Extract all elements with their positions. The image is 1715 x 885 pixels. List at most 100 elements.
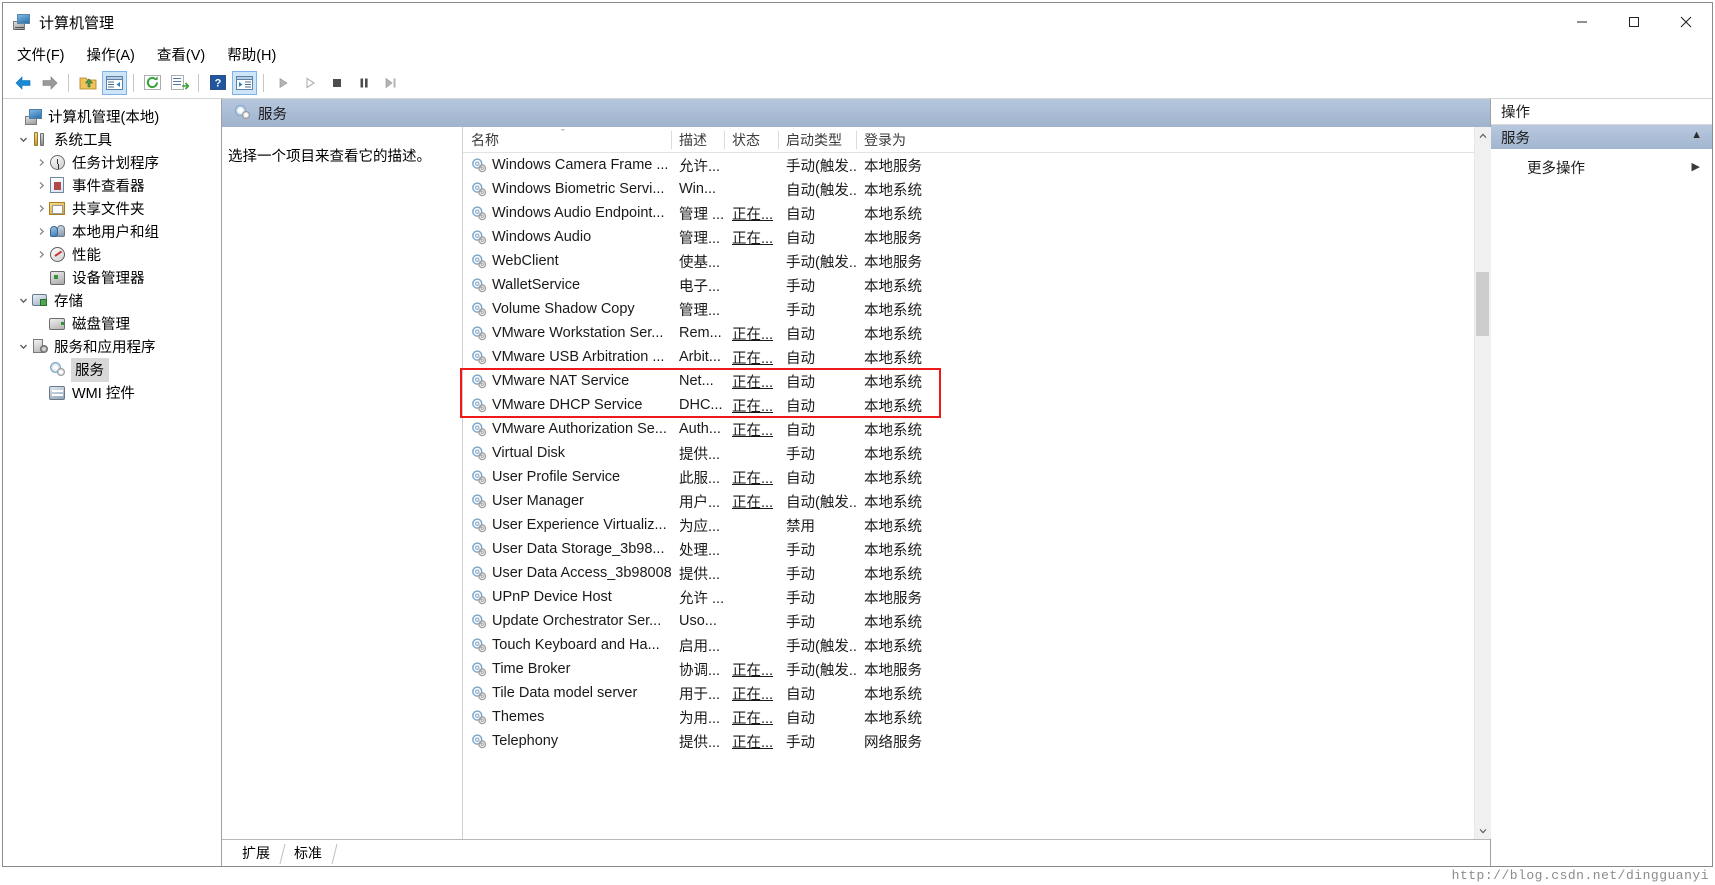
tree-node-disk-management[interactable]: 磁盘管理: [3, 312, 221, 335]
minimize-button[interactable]: [1556, 3, 1608, 41]
scrollbar-thumb[interactable]: [1476, 272, 1489, 336]
column-header-log-on-as[interactable]: 登录为: [856, 127, 946, 153]
table-row[interactable]: VMware NAT ServiceNet...正在...自动本地系统: [463, 369, 1474, 393]
column-header-startup-type[interactable]: 启动类型: [778, 127, 856, 153]
table-row[interactable]: User Manager用户...正在...自动(触发...本地系统: [463, 489, 1474, 513]
table-row[interactable]: VMware USB Arbitration ...Arbit...正在...自…: [463, 345, 1474, 369]
chevron-right-icon[interactable]: [33, 201, 49, 217]
restart-icon[interactable]: [378, 71, 403, 95]
tree-node-system-tools[interactable]: 系统工具: [3, 128, 221, 151]
tree-node-services[interactable]: 服务: [3, 358, 221, 381]
cell-status: 正在...: [724, 201, 778, 225]
menu-action[interactable]: 操作(A): [87, 44, 135, 65]
cell-description: DHC...: [671, 393, 724, 417]
cell-log-on-as: 本地系统: [856, 609, 946, 633]
table-row[interactable]: Windows Audio Endpoint...管理 ...正在...自动本地…: [463, 201, 1474, 225]
table-row[interactable]: VMware Workstation Ser...Rem...正在...自动本地…: [463, 321, 1474, 345]
tree-node-wmi-control[interactable]: WMI 控件: [3, 381, 221, 404]
cell-status: [724, 513, 778, 537]
table-row[interactable]: UPnP Device Host允许 ...手动本地服务: [463, 585, 1474, 609]
table-row[interactable]: Touch Keyboard and Ha...启用...手动(触发...本地系…: [463, 633, 1474, 657]
wmi-control-icon: [49, 384, 67, 401]
column-header-status[interactable]: 状态: [724, 127, 778, 153]
cell-description: 管理...: [671, 225, 724, 249]
table-row[interactable]: Windows Audio管理...正在...自动本地服务: [463, 225, 1474, 249]
cell-description: 为用...: [671, 705, 724, 729]
tab-standard[interactable]: 标准: [282, 842, 334, 866]
tree-node-event-viewer[interactable]: 事件查看器: [3, 174, 221, 197]
table-row[interactable]: User Profile Service此服...正在...自动本地系统: [463, 465, 1474, 489]
menu-help[interactable]: 帮助(H): [227, 44, 276, 65]
chevron-right-icon[interactable]: [33, 155, 49, 171]
cell-status: 正在...: [724, 225, 778, 249]
play-icon[interactable]: [270, 71, 295, 95]
stop-icon[interactable]: [324, 71, 349, 95]
console-tree-pane[interactable]: 计算机管理(本地) 系统工具 任务计划程序: [3, 99, 222, 866]
chevron-right-icon[interactable]: [33, 178, 49, 194]
maximize-button[interactable]: [1608, 3, 1660, 41]
table-row[interactable]: Themes为用...正在...自动本地系统: [463, 705, 1474, 729]
tree-node-local-users-and-groups[interactable]: 本地用户和组: [3, 220, 221, 243]
service-description-pane: 选择一个项目来查看它的描述。: [222, 127, 462, 839]
tree-node-performance[interactable]: 性能: [3, 243, 221, 266]
tree-node-device-manager[interactable]: 设备管理器: [3, 266, 221, 289]
chevron-down-icon[interactable]: [15, 293, 31, 309]
table-row[interactable]: Time Broker协调...正在...手动(触发...本地服务: [463, 657, 1474, 681]
tree-node-computer-management[interactable]: 计算机管理(本地): [3, 105, 221, 128]
table-row[interactable]: Telephony提供...正在...手动网络服务: [463, 729, 1474, 753]
chevron-right-icon[interactable]: [33, 247, 49, 263]
forward-button[interactable]: [37, 71, 62, 95]
tree-node-storage[interactable]: 存储: [3, 289, 221, 312]
table-row[interactable]: User Data Access_3b98008提供...手动本地系统: [463, 561, 1474, 585]
table-row[interactable]: Virtual Disk提供...手动本地系统: [463, 441, 1474, 465]
action-more-actions[interactable]: 更多操作 ▶: [1491, 153, 1712, 181]
pause-icon[interactable]: [351, 71, 376, 95]
scroll-down-arrow-icon[interactable]: [1475, 822, 1491, 839]
table-row[interactable]: Update Orchestrator Ser...Uso...手动本地系统: [463, 609, 1474, 633]
chevron-down-icon[interactable]: [15, 132, 31, 148]
table-row[interactable]: WalletService电子...手动本地系统: [463, 273, 1474, 297]
close-button[interactable]: [1660, 3, 1712, 41]
computer-management-window: 计算机管理 文件(F) 操作(A) 查看(V) 帮助(H): [0, 0, 1715, 885]
tree-node-shared-folders[interactable]: 共享文件夹: [3, 197, 221, 220]
scroll-up-arrow-icon[interactable]: [1475, 127, 1491, 144]
table-row[interactable]: User Experience Virtualiz...为应...禁用本地系统: [463, 513, 1474, 537]
chevron-right-icon[interactable]: [33, 224, 49, 240]
table-row[interactable]: Volume Shadow Copy管理...手动本地系统: [463, 297, 1474, 321]
column-header-name[interactable]: 名称 ˇ: [463, 127, 671, 153]
table-row[interactable]: Windows Biometric Servi...Win...自动(触发...…: [463, 177, 1474, 201]
chevron-down-icon[interactable]: [15, 339, 31, 355]
play-outline-icon[interactable]: [297, 71, 322, 95]
cell-startup-type: 手动(触发...: [778, 153, 856, 177]
table-row[interactable]: VMware Authorization Se...Auth...正在...自动…: [463, 417, 1474, 441]
service-name-text: Volume Shadow Copy: [492, 301, 635, 317]
back-button[interactable]: [10, 71, 35, 95]
service-gear-icon: [471, 470, 487, 485]
table-row[interactable]: Tile Data model server用于...正在...自动本地系统: [463, 681, 1474, 705]
refresh-icon[interactable]: [140, 71, 165, 95]
service-name-text: WalletService: [492, 277, 580, 293]
table-row[interactable]: VMware DHCP ServiceDHC...正在...自动本地系统: [463, 393, 1474, 417]
tree-node-task-scheduler[interactable]: 任务计划程序: [3, 151, 221, 174]
cell-log-on-as: 本地系统: [856, 441, 946, 465]
services-list[interactable]: Windows Camera Frame ...允许...手动(触发...本地服…: [463, 153, 1474, 839]
action-pane-icon[interactable]: [232, 71, 257, 95]
export-list-icon[interactable]: [167, 71, 192, 95]
column-header-description[interactable]: 描述: [671, 127, 724, 153]
scrollbar-track[interactable]: [1475, 144, 1491, 822]
actions-group-services[interactable]: 服务 ▲: [1491, 125, 1712, 149]
table-row[interactable]: WebClient使基...手动(触发...本地服务: [463, 249, 1474, 273]
menu-file[interactable]: 文件(F): [17, 44, 65, 65]
question-mark-icon[interactable]: ?: [205, 71, 230, 95]
folder-up-icon[interactable]: [75, 71, 100, 95]
tab-extended[interactable]: 扩展: [230, 842, 282, 866]
console-tree-icon[interactable]: [102, 71, 127, 95]
table-row[interactable]: Windows Camera Frame ...允许...手动(触发...本地服…: [463, 153, 1474, 177]
menu-view[interactable]: 查看(V): [157, 44, 205, 65]
chevron-up-icon[interactable]: ▲: [1691, 129, 1702, 141]
cell-status: [724, 537, 778, 561]
table-row[interactable]: User Data Storage_3b98...处理...手动本地系统: [463, 537, 1474, 561]
tree-node-services-and-applications[interactable]: 服务和应用程序: [3, 335, 221, 358]
services-list-scrollbar[interactable]: [1474, 127, 1490, 839]
service-gear-icon: [471, 254, 487, 269]
